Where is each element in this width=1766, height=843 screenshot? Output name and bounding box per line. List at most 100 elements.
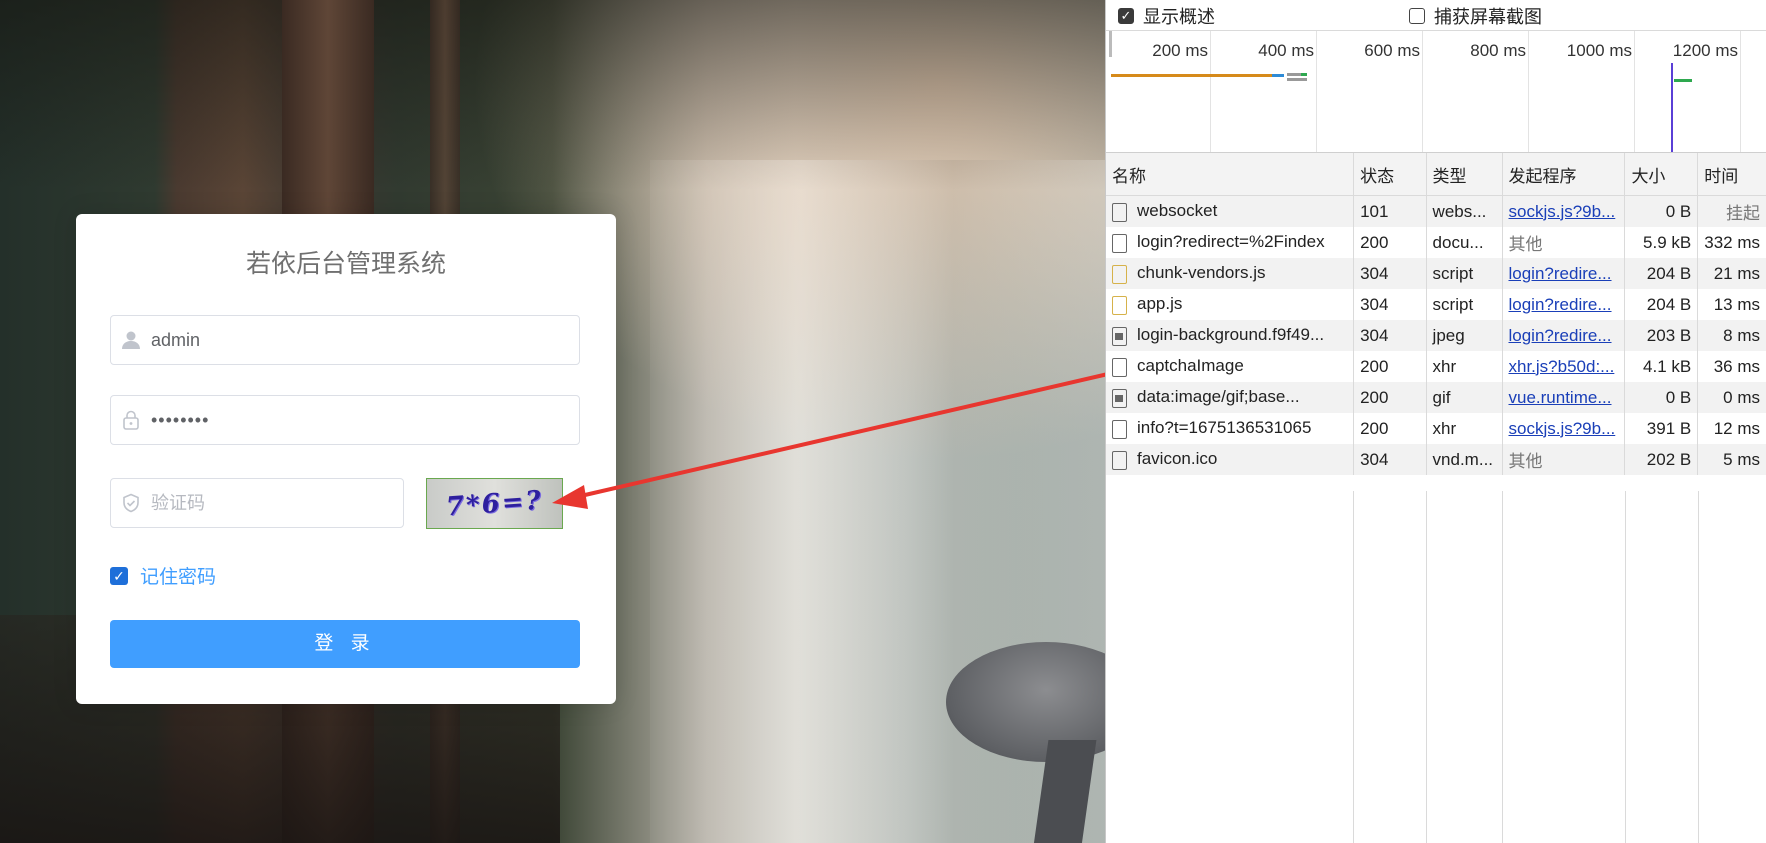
request-type-cell-text: xhr <box>1432 418 1457 438</box>
request-name-cell[interactable]: login-background.f9f49... <box>1106 320 1355 351</box>
table-row[interactable]: captchaImage 200 xhr xhr.js?b50d:... 4.1 kB 3… <box>1106 351 1766 382</box>
request-name: data:image/gif;base... <box>1137 387 1300 407</box>
request-status-cell: 200 <box>1353 413 1427 444</box>
request-name: favicon.ico <box>1137 449 1218 469</box>
request-initiator-cell: 其他 <box>1502 444 1626 475</box>
request-initiator-cell[interactable]: sockjs.js?9b... <box>1502 195 1626 227</box>
column-header-name[interactable]: 名称 <box>1106 153 1355 196</box>
remember-password-label: 记住密码 <box>140 567 217 588</box>
request-status-cell-text: 304 <box>1360 263 1389 283</box>
column-header-initiator[interactable]: 发起程序 <box>1502 153 1626 196</box>
column-header-status[interactable]: 状态 <box>1353 153 1427 196</box>
request-time-cell: 5 ms <box>1697 444 1766 475</box>
request-name: login?redirect=%2Findex <box>1137 232 1325 252</box>
table-row[interactable]: favicon.ico 304 vnd.m... 其他 202 B 5 ms <box>1106 444 1766 475</box>
request-time-cell: 8 ms <box>1697 320 1766 351</box>
request-status-cell: 304 <box>1353 289 1427 320</box>
request-status-cell-text: 304 <box>1360 325 1389 345</box>
request-name-cell[interactable]: login?redirect=%2Findex <box>1106 227 1355 258</box>
login-button[interactable]: 登 录 <box>110 620 580 668</box>
network-overview-timeline[interactable]: 200 ms 400 ms 600 ms 800 ms 1000 ms 1200… <box>1106 31 1766 153</box>
username-input[interactable]: admin <box>110 315 580 365</box>
request-initiator-cell-text[interactable]: login?redire... <box>1509 295 1612 314</box>
request-name-cell[interactable]: info?t=1675136531065 <box>1106 413 1355 444</box>
request-name-cell[interactable]: data:image/gif;base... <box>1106 382 1355 413</box>
table-row[interactable]: info?t=1675136531065 200 xhr sockjs.js?9b..… <box>1106 413 1766 444</box>
request-time-cell-text: 21 ms <box>1713 263 1760 283</box>
request-initiator-cell-text[interactable]: login?redire... <box>1509 326 1612 345</box>
request-initiator-cell-text[interactable]: login?redire... <box>1509 264 1612 283</box>
request-initiator-cell[interactable]: xhr.js?b50d:... <box>1502 351 1626 382</box>
capture-screenshots-option[interactable]: 捕获屏幕截图 <box>1409 3 1542 29</box>
request-initiator-cell[interactable]: login?redire... <box>1502 258 1626 289</box>
request-time-cell-text: 36 ms <box>1713 356 1760 376</box>
request-type-cell: vnd.m... <box>1426 444 1503 475</box>
request-size-cell-text: 0 B <box>1665 201 1692 221</box>
request-size-cell-text: 204 B <box>1646 263 1692 283</box>
username-value: admin <box>151 330 201 350</box>
request-initiator-cell-text[interactable]: vue.runtime... <box>1509 388 1612 407</box>
request-initiator-cell-text[interactable]: sockjs.js?9b... <box>1509 202 1616 221</box>
request-size-cell-text: 203 B <box>1646 325 1692 345</box>
timeline-tick-label: 1000 ms <box>1566 41 1632 60</box>
request-name-cell[interactable]: app.js <box>1106 289 1355 320</box>
request-initiator-cell-text[interactable]: xhr.js?b50d:... <box>1509 357 1615 376</box>
timeline-tick-label: 200 ms <box>1152 41 1208 60</box>
request-type-cell-text: webs... <box>1432 201 1487 221</box>
checkbox-checked-icon: ✓ <box>110 566 128 585</box>
show-overview-option[interactable]: ✓ 显示概述 <box>1118 3 1215 29</box>
table-row[interactable]: login?redirect=%2Findex 200 docu... 其他 5.9 k… <box>1106 227 1766 258</box>
network-request-table: 名称 状态 类型 发起程序 大小 时间 websocket 101 webs... s… <box>1106 153 1766 475</box>
table-row[interactable]: websocket 101 webs... sockjs.js?9b... 0 B 挂起 <box>1106 195 1766 227</box>
request-time-cell: 36 ms <box>1697 351 1766 382</box>
document-file-icon <box>1112 233 1127 253</box>
column-divider <box>1426 491 1427 843</box>
request-type-cell: script <box>1426 258 1503 289</box>
request-initiator-cell[interactable]: sockjs.js?9b... <box>1502 413 1626 444</box>
password-input[interactable]: •••••••• <box>110 395 580 445</box>
remember-password-checkbox[interactable]: ✓ 记住密码 <box>110 562 216 589</box>
table-row[interactable]: data:image/gif;base... 200 gif vue.runtime.… <box>1106 382 1766 413</box>
column-header-time[interactable]: 时间 <box>1697 153 1766 196</box>
captcha-input[interactable]: 验证码 <box>110 478 404 528</box>
request-type-cell-text: script <box>1432 263 1474 283</box>
request-name: app.js <box>1137 294 1183 314</box>
request-size-cell: 202 B <box>1624 444 1699 475</box>
request-type-cell-text: gif <box>1432 387 1451 407</box>
request-time-cell-text: 12 ms <box>1713 418 1760 438</box>
column-header-size[interactable]: 大小 <box>1624 153 1699 196</box>
login-page-background: 若依后台管理系统 admin •••••••• 验证码 7*6=? ✓ 记住密码 <box>0 0 1105 843</box>
timeline-tick-label: 800 ms <box>1470 41 1526 60</box>
timeline-request-bar <box>1674 79 1692 82</box>
timeline-request-bar <box>1272 74 1284 77</box>
request-name-cell[interactable]: websocket <box>1106 195 1355 227</box>
request-initiator-cell[interactable]: vue.runtime... <box>1502 382 1626 413</box>
request-size-cell: 204 B <box>1624 258 1699 289</box>
login-title: 若依后台管理系统 <box>245 250 446 278</box>
request-time-cell-text: 8 ms <box>1723 325 1760 345</box>
request-initiator-cell[interactable]: login?redire... <box>1502 320 1626 351</box>
request-initiator-cell: 其他 <box>1502 227 1626 258</box>
captcha-text: 7*6=? <box>445 485 544 522</box>
timeline-tick-label: 400 ms <box>1258 41 1314 60</box>
column-header-type[interactable]: 类型 <box>1426 153 1503 196</box>
request-initiator-cell-text[interactable]: sockjs.js?9b... <box>1509 419 1616 438</box>
timeline-request-bar <box>1301 73 1307 76</box>
captcha-image[interactable]: 7*6=? <box>426 478 563 529</box>
table-row[interactable]: app.js 304 script login?redire... 204 B 13 ms <box>1106 289 1766 320</box>
request-name-cell[interactable]: captchaImage <box>1106 351 1355 382</box>
request-time-cell: 12 ms <box>1697 413 1766 444</box>
request-name-cell[interactable]: chunk-vendors.js <box>1106 258 1355 289</box>
option-label: 捕获屏幕截图 <box>1434 7 1542 27</box>
checkbox-unchecked-icon <box>1409 8 1425 24</box>
table-row[interactable]: login-background.f9f49... 304 jpeg login?re… <box>1106 320 1766 351</box>
request-size-cell-text: 204 B <box>1646 294 1692 314</box>
document-file-icon <box>1112 450 1127 470</box>
request-initiator-cell[interactable]: login?redire... <box>1502 289 1626 320</box>
script-file-icon <box>1112 264 1127 284</box>
request-status-cell: 304 <box>1353 444 1427 475</box>
table-row[interactable]: chunk-vendors.js 304 script login?redire...… <box>1106 258 1766 289</box>
request-name-cell[interactable]: favicon.ico <box>1106 444 1355 475</box>
request-status-cell: 200 <box>1353 382 1427 413</box>
request-type-cell: xhr <box>1426 351 1503 382</box>
